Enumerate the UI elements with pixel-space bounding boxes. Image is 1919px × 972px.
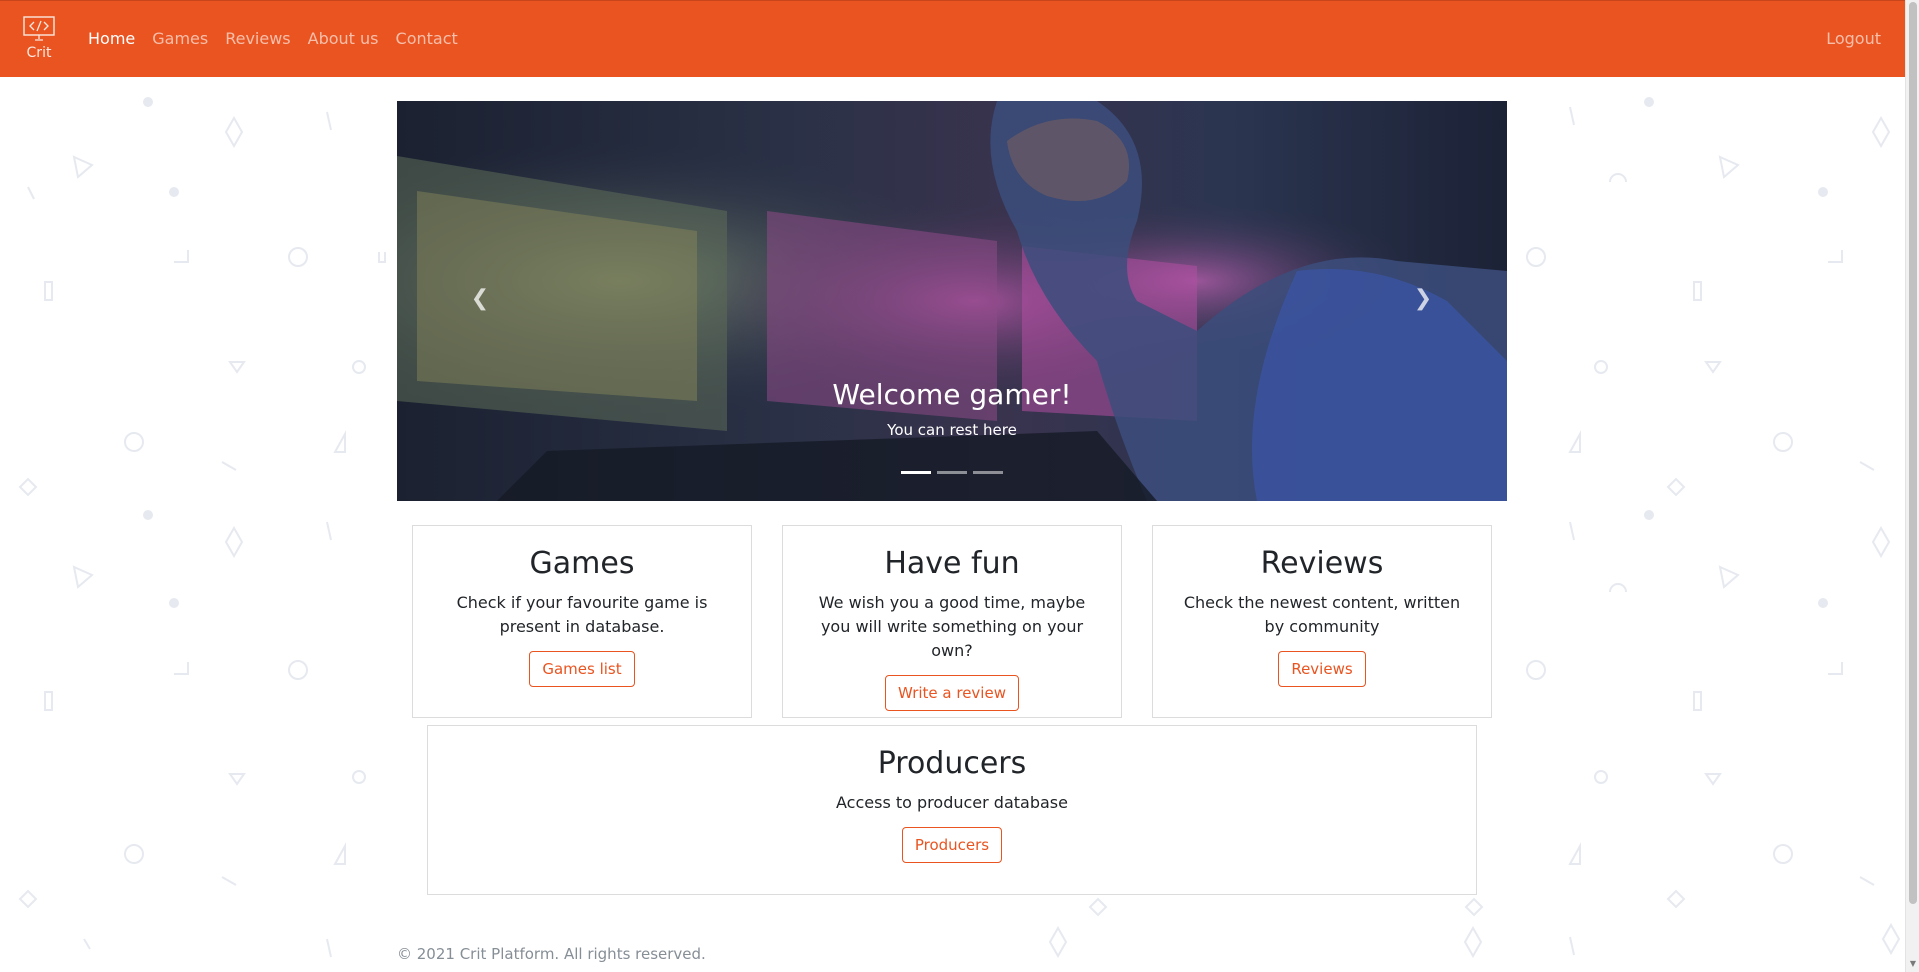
card-title: Reviews	[1260, 546, 1384, 581]
chevron-right-icon: ❯	[1413, 286, 1433, 311]
card-text: Check if your favourite game is present …	[456, 593, 708, 636]
scrollbar-thumb[interactable]	[1909, 2, 1917, 904]
card-have-fun: Have fun We wish you a good time, maybe …	[782, 525, 1122, 718]
nav-link-contact[interactable]: Contact	[396, 29, 458, 48]
producers-button[interactable]: Producers	[901, 827, 1003, 863]
nav-link-reviews[interactable]: Reviews	[225, 29, 290, 48]
carousel-title: Welcome gamer!	[832, 378, 1072, 411]
carousel-indicators	[901, 471, 1003, 474]
brand-label: Crit	[26, 45, 52, 61]
carousel-indicator-2[interactable]	[937, 471, 967, 474]
carousel-prev-button[interactable]: ❮	[465, 284, 495, 314]
carousel-indicator-3[interactable]	[973, 471, 1003, 474]
write-review-button[interactable]: Write a review	[885, 675, 1019, 711]
carousel-indicator-1[interactable]	[901, 471, 931, 474]
brand-logo[interactable]: Crit	[20, 15, 58, 65]
card-title: Games	[529, 546, 635, 581]
card-producers: Producers Access to producer database Pr…	[427, 725, 1477, 895]
carousel-caption: Welcome gamer! You can rest here	[397, 378, 1507, 439]
code-monitor-icon	[23, 16, 55, 41]
footer-copyright: © 2021 Crit Platform. All rights reserve…	[397, 945, 706, 963]
top-navbar: Crit Home Games Reviews About us Contact…	[0, 0, 1905, 77]
nav-link-about-us[interactable]: About us	[308, 29, 379, 48]
scroll-down-arrow-icon[interactable]: ▼	[1909, 960, 1917, 968]
reviews-button[interactable]: Reviews	[1278, 651, 1366, 687]
card-reviews: Reviews Check the newest content, writte…	[1152, 525, 1492, 718]
gamer-photo	[397, 101, 1507, 501]
card-text: We wish you a good time, maybe you will …	[818, 593, 1086, 660]
card-games: Games Check if your favourite game is pr…	[412, 525, 752, 718]
card-text: Check the newest content, written by com…	[1183, 593, 1461, 636]
nav-link-games[interactable]: Games	[152, 29, 208, 48]
chevron-left-icon: ❮	[470, 286, 490, 311]
hero-carousel: ❮ ❯ Welcome gamer! You can rest here	[397, 101, 1507, 501]
page-scrollbar[interactable]: ▼	[1905, 0, 1919, 972]
card-title: Producers	[877, 746, 1027, 781]
carousel-next-button[interactable]: ❯	[1408, 284, 1438, 314]
nav-link-home[interactable]: Home	[88, 29, 135, 48]
card-title: Have fun	[884, 546, 1020, 581]
card-text: Access to producer database	[836, 793, 1068, 812]
carousel-subtitle: You can rest here	[887, 421, 1017, 439]
logout-link[interactable]: Logout	[1826, 29, 1881, 48]
nav-links: Home Games Reviews About us Contact	[88, 29, 475, 48]
games-list-button[interactable]: Games list	[529, 651, 635, 687]
